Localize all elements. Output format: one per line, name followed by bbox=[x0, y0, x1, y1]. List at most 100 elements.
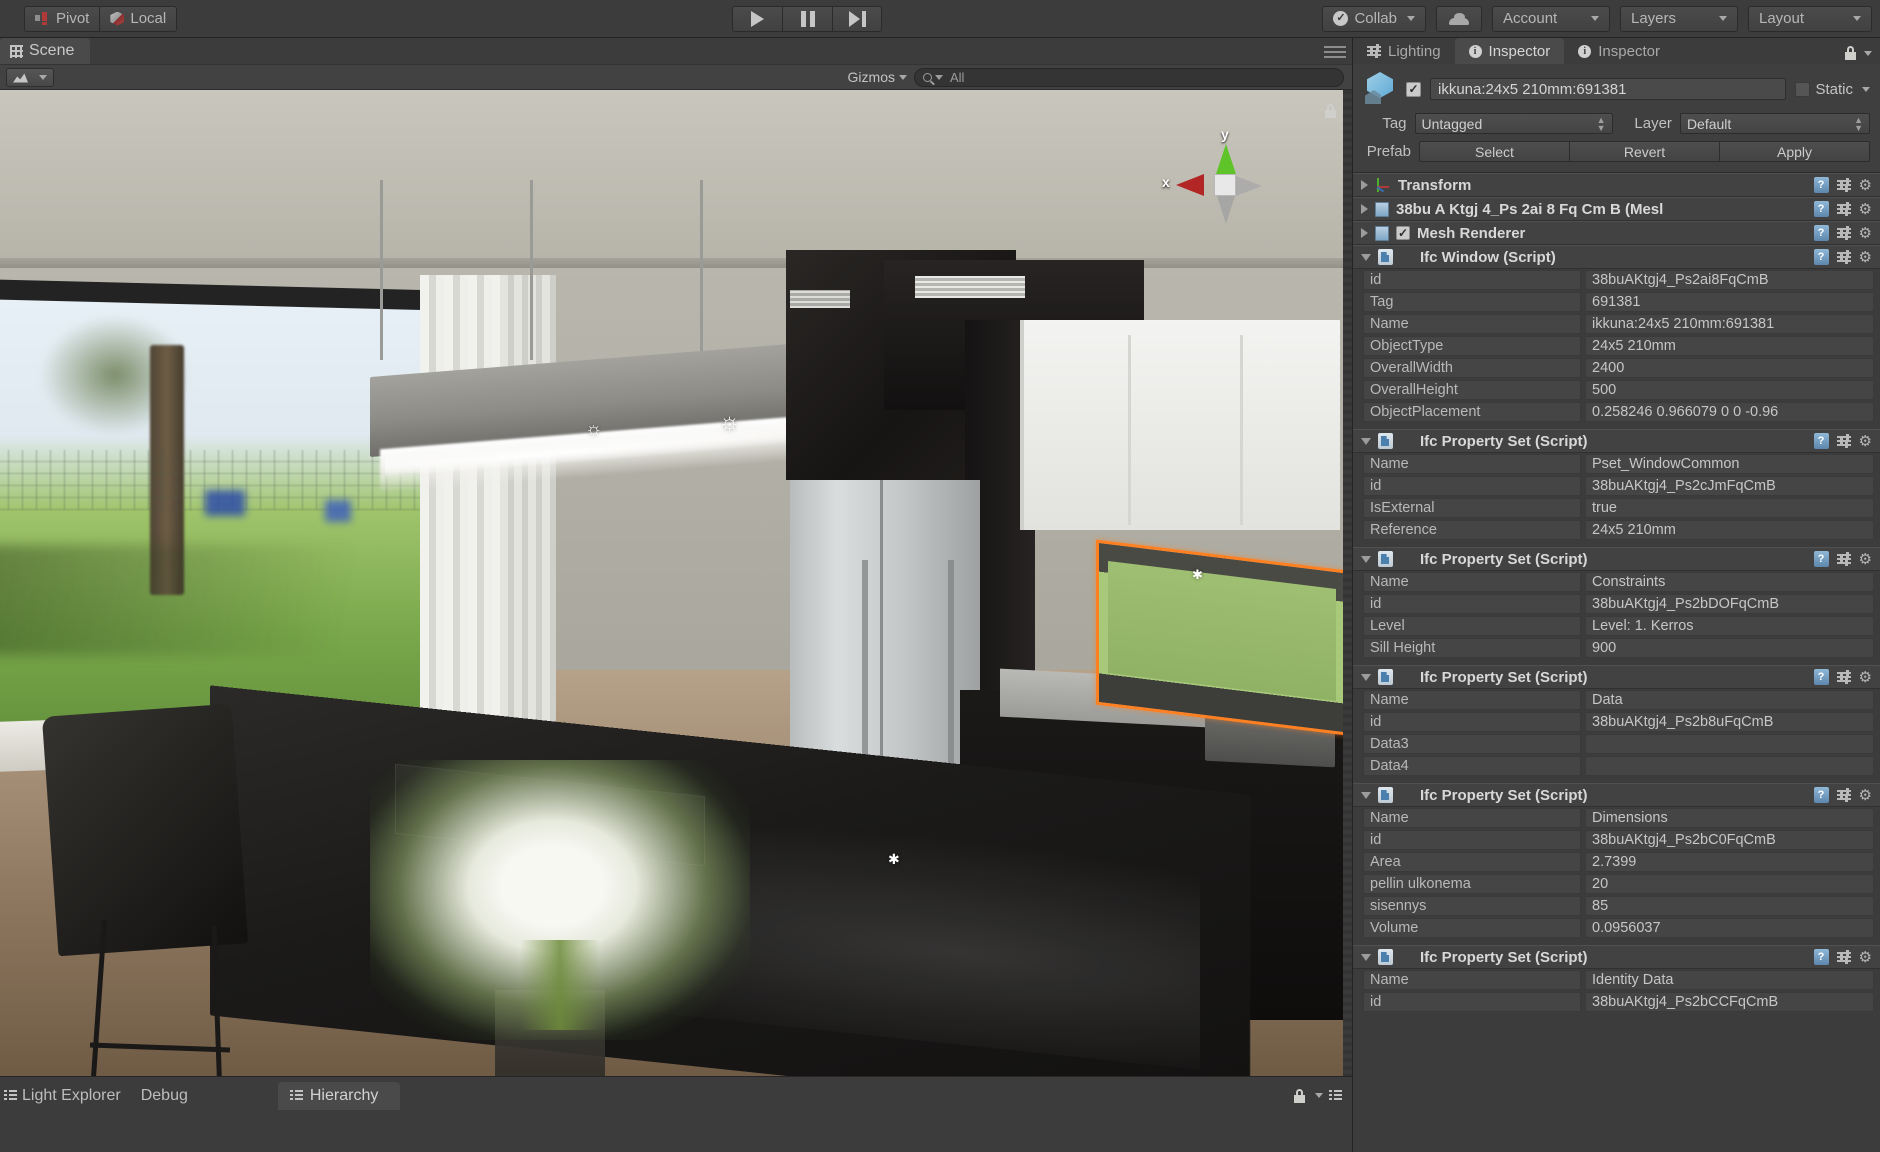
property-value[interactable]: ikkuna:24x5 210mm:691381 bbox=[1585, 314, 1874, 334]
preset-icon[interactable] bbox=[1837, 179, 1851, 191]
gear-icon[interactable]: ⚙ bbox=[1859, 226, 1872, 241]
chevron-down-icon[interactable] bbox=[1862, 87, 1870, 92]
property-value[interactable]: 38buAKtgj4_Ps2bCCFqCmB bbox=[1585, 992, 1874, 1012]
component-header[interactable]: Transform?⚙ bbox=[1353, 173, 1880, 197]
scene-vertical-scrollbar[interactable] bbox=[1343, 90, 1352, 1090]
property-value[interactable]: 0.0956037 bbox=[1585, 918, 1874, 938]
component-header[interactable]: Ifc Property Set (Script)?⚙ bbox=[1353, 547, 1880, 571]
chevron-down-icon[interactable] bbox=[1361, 792, 1371, 799]
preset-icon[interactable] bbox=[1837, 435, 1851, 447]
help-icon[interactable]: ? bbox=[1814, 551, 1829, 567]
property-value[interactable]: 38buAKtgj4_Ps2b8uFqCmB bbox=[1585, 712, 1874, 732]
property-value[interactable]: 691381 bbox=[1585, 292, 1874, 312]
property-value[interactable]: 38buAKtgj4_Ps2bDOFqCmB bbox=[1585, 594, 1874, 614]
layout-dropdown[interactable]: Layout bbox=[1748, 6, 1872, 32]
property-value[interactable]: true bbox=[1585, 498, 1874, 518]
gear-icon[interactable]: ⚙ bbox=[1859, 178, 1872, 193]
property-value[interactable]: Level: 1. Kerros bbox=[1585, 616, 1874, 636]
preset-icon[interactable] bbox=[1837, 227, 1851, 239]
property-value[interactable]: 20 bbox=[1585, 874, 1874, 894]
scene-viewport[interactable]: ☼ ☼ ✱ ✱ y x bbox=[0, 90, 1352, 1090]
prefab-revert-button[interactable]: Revert bbox=[1569, 141, 1719, 162]
property-value[interactable]: Data bbox=[1585, 690, 1874, 710]
help-icon[interactable]: ? bbox=[1814, 177, 1829, 193]
chevron-down-icon[interactable] bbox=[1315, 1093, 1323, 1098]
chevron-down-icon[interactable] bbox=[1361, 254, 1371, 261]
preset-icon[interactable] bbox=[1837, 671, 1851, 683]
preset-icon[interactable] bbox=[1837, 789, 1851, 801]
property-value[interactable]: Identity Data bbox=[1585, 970, 1874, 990]
axis-z-cone[interactable] bbox=[1236, 176, 1262, 196]
light-gizmo-icon-1[interactable]: ☼ bbox=[585, 420, 602, 439]
axis-y-cone[interactable] bbox=[1216, 144, 1236, 174]
pivot-button[interactable]: Pivot bbox=[24, 6, 99, 32]
tab-inspector-1[interactable]: i Inspector bbox=[1455, 38, 1565, 64]
step-button[interactable] bbox=[832, 6, 882, 32]
gear-icon[interactable]: ⚙ bbox=[1859, 202, 1872, 217]
cloud-button[interactable] bbox=[1436, 6, 1482, 32]
property-value[interactable]: 38buAKtgj4_Ps2cJmFqCmB bbox=[1585, 476, 1874, 496]
component-header[interactable]: Ifc Property Set (Script)?⚙ bbox=[1353, 945, 1880, 969]
property-value[interactable]: 2.7399 bbox=[1585, 852, 1874, 872]
property-value[interactable]: Dimensions bbox=[1585, 808, 1874, 828]
help-icon[interactable]: ? bbox=[1814, 225, 1829, 241]
property-value[interactable]: Pset_WindowCommon bbox=[1585, 454, 1874, 474]
property-value[interactable]: Constraints bbox=[1585, 572, 1874, 592]
property-value[interactable]: 900 bbox=[1585, 638, 1874, 658]
property-value[interactable] bbox=[1585, 756, 1874, 776]
preset-icon[interactable] bbox=[1837, 553, 1851, 565]
help-icon[interactable]: ? bbox=[1814, 433, 1829, 449]
tab-hierarchy[interactable]: Hierarchy bbox=[278, 1082, 400, 1110]
local-button[interactable]: Local bbox=[99, 6, 177, 32]
property-value[interactable]: 38buAKtgj4_Ps2bC0FqCmB bbox=[1585, 830, 1874, 850]
component-header[interactable]: Ifc Window (Script)?⚙ bbox=[1353, 245, 1880, 269]
tab-debug[interactable]: Debug bbox=[141, 1087, 188, 1105]
layer-dropdown[interactable]: Default ▲▼ bbox=[1680, 113, 1870, 134]
chevron-down-icon[interactable] bbox=[1361, 556, 1371, 563]
component-header[interactable]: Ifc Property Set (Script)?⚙ bbox=[1353, 665, 1880, 689]
tab-inspector-2[interactable]: i Inspector bbox=[1564, 38, 1674, 64]
chevron-down-icon[interactable] bbox=[1864, 51, 1872, 56]
component-header[interactable]: ✓Mesh Renderer?⚙ bbox=[1353, 221, 1880, 245]
light-gizmo-icon-3[interactable]: ✱ bbox=[888, 852, 900, 866]
axis-center-cube[interactable] bbox=[1214, 174, 1236, 196]
preset-icon[interactable] bbox=[1837, 951, 1851, 963]
component-header[interactable]: 38bu A Ktgj 4_Ps 2ai 8 Fq Cm B (Mesl?⚙ bbox=[1353, 197, 1880, 221]
static-toggle[interactable]: ✓ Static bbox=[1795, 81, 1870, 98]
static-checkbox[interactable]: ✓ bbox=[1795, 82, 1810, 97]
prefab-select-button[interactable]: Select bbox=[1419, 141, 1569, 162]
help-icon[interactable]: ? bbox=[1814, 669, 1829, 685]
chevron-down-icon[interactable] bbox=[1361, 674, 1371, 681]
hierarchy-menu-icon[interactable] bbox=[1329, 1090, 1342, 1101]
tab-scene[interactable]: Scene bbox=[0, 38, 90, 64]
gear-icon[interactable]: ⚙ bbox=[1859, 950, 1872, 965]
gear-icon[interactable]: ⚙ bbox=[1859, 434, 1872, 449]
property-value[interactable]: 2400 bbox=[1585, 358, 1874, 378]
axis-x-cone[interactable] bbox=[1176, 174, 1204, 196]
property-value[interactable]: 24x5 210mm bbox=[1585, 336, 1874, 356]
property-value[interactable]: 24x5 210mm bbox=[1585, 520, 1874, 540]
layers-dropdown[interactable]: Layers bbox=[1620, 6, 1738, 32]
collab-button[interactable]: ✓ Collab bbox=[1322, 6, 1426, 32]
scene-lock-icon[interactable] bbox=[1325, 104, 1336, 118]
gear-icon[interactable]: ⚙ bbox=[1859, 788, 1872, 803]
tab-lighting[interactable]: Lighting bbox=[1353, 38, 1455, 64]
light-gizmo-icon-4[interactable]: ✱ bbox=[1192, 568, 1203, 581]
axis-negative-y-cone[interactable] bbox=[1217, 196, 1235, 224]
chevron-right-icon[interactable] bbox=[1361, 180, 1368, 190]
property-value[interactable]: 0.258246 0.966079 0 0 -0.96 bbox=[1585, 402, 1874, 422]
draw-mode-dropdown[interactable] bbox=[6, 68, 54, 87]
chevron-right-icon[interactable] bbox=[1361, 204, 1368, 214]
property-value[interactable]: 500 bbox=[1585, 380, 1874, 400]
pause-button[interactable] bbox=[782, 6, 832, 32]
gameobject-name-input[interactable]: ikkuna:24x5 210mm:691381 bbox=[1430, 78, 1786, 100]
play-button[interactable] bbox=[732, 6, 782, 32]
help-icon[interactable]: ? bbox=[1814, 949, 1829, 965]
gizmos-dropdown[interactable]: Gizmos bbox=[848, 69, 907, 85]
property-value[interactable] bbox=[1585, 734, 1874, 754]
account-dropdown[interactable]: Account bbox=[1492, 6, 1610, 32]
prefab-apply-button[interactable]: Apply bbox=[1719, 141, 1870, 162]
property-value[interactable]: 85 bbox=[1585, 896, 1874, 916]
gear-icon[interactable]: ⚙ bbox=[1859, 670, 1872, 685]
help-icon[interactable]: ? bbox=[1814, 249, 1829, 265]
